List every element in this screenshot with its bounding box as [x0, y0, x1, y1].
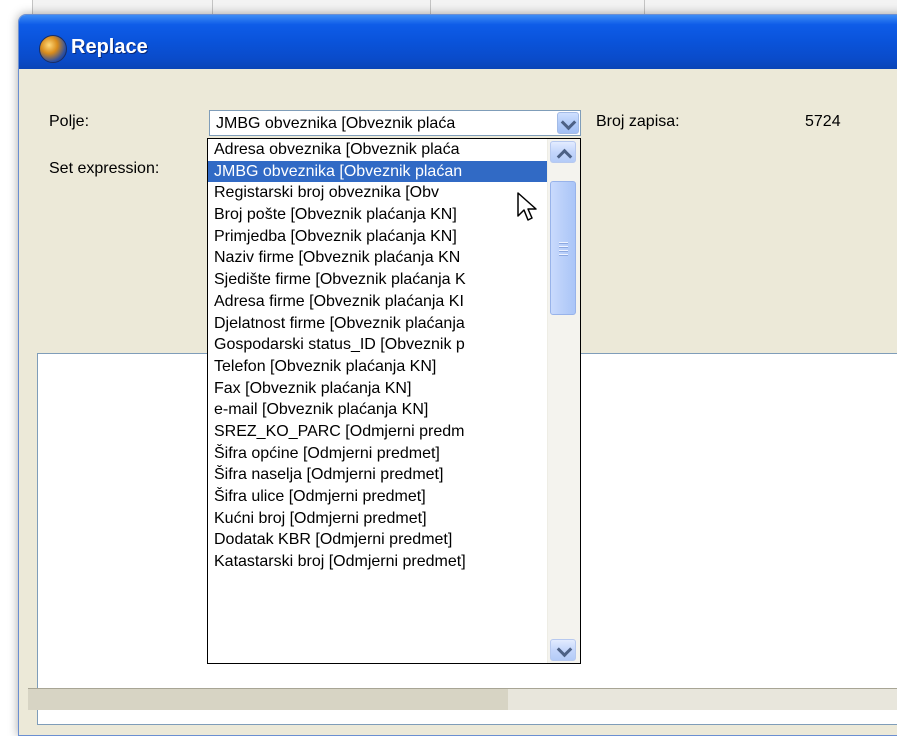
dropdown-item[interactable]: Djelatnost firme [Obveznik plaćanja	[208, 313, 548, 335]
dropdown-scrollbar[interactable]	[547, 139, 580, 663]
dropdown-item[interactable]: JMBG obveznika [Obveznik plaćan	[208, 160, 548, 183]
broj-zapisa-label: Broj zapisa:	[596, 113, 680, 130]
chevron-down-icon	[556, 641, 573, 658]
dropdown-item[interactable]: Šifra ulice [Odmjerni predmet]	[208, 486, 548, 508]
dropdown-item[interactable]: Kućni broj [Odmjerni predmet]	[208, 508, 548, 530]
dropdown-item[interactable]: Katastarski broj [Odmjerni predmet]	[208, 551, 548, 573]
polje-label: Polje:	[49, 113, 90, 130]
dropdown-item[interactable]: Adresa firme [Obveznik plaćanja KI	[208, 291, 548, 313]
chevron-up-icon	[556, 148, 573, 165]
chevron-down-icon	[560, 114, 577, 131]
polje-combobox-value: JMBG obveznika [Obveznik plaća	[216, 115, 456, 132]
dropdown-item[interactable]: Šifra općine [Odmjerni predmet]	[208, 443, 548, 465]
dropdown-items: Adresa obveznika [Obveznik plaća JMBG obv…	[208, 139, 548, 573]
dropdown-item[interactable]: Dodatak KBR [Odmjerni predmet]	[208, 529, 548, 551]
dropdown-item[interactable]: Adresa obveznika [Obveznik plaća	[208, 139, 548, 161]
scroll-up-button[interactable]	[550, 141, 576, 165]
dropdown-item[interactable]: Naziv firme [Obveznik plaćanja KN	[208, 247, 548, 269]
title-bar[interactable]: Replace	[19, 15, 897, 69]
dropdown-item[interactable]: Fax [Obveznik plaćanja KN]	[208, 378, 548, 400]
dropdown-item[interactable]: Šifra naselja [Odmjerni predmet]	[208, 464, 548, 486]
bottom-panel-left	[28, 688, 508, 710]
dropdown-item[interactable]: Primjedba [Obveznik plaćanja KN]	[208, 226, 548, 248]
scroll-thumb[interactable]	[550, 181, 576, 315]
dialog-title: Replace	[71, 36, 148, 58]
mouse-cursor-icon	[517, 192, 537, 221]
dropdown-item[interactable]: Sjedište firme [Obveznik plaćanja K	[208, 269, 548, 291]
globe-icon	[39, 35, 67, 63]
dropdown-item[interactable]: e-mail [Obveznik plaćanja KN]	[208, 399, 548, 421]
broj-zapisa-value: 5724	[805, 113, 841, 130]
set-expression-label: Set expression:	[49, 160, 160, 177]
dropdown-item[interactable]: Telefon [Obveznik plaćanja KN]	[208, 356, 548, 378]
scroll-down-button[interactable]	[550, 639, 576, 661]
bottom-panel-right	[508, 688, 897, 710]
polje-combobox[interactable]: JMBG obveznika [Obveznik plaća	[209, 110, 581, 136]
dropdown-item[interactable]: SREZ_KO_PARC [Odmjerni predm	[208, 421, 548, 443]
dropdown-item[interactable]: Gospodarski status_ID [Obveznik p	[208, 334, 548, 356]
polje-dropdown-button[interactable]	[557, 112, 579, 134]
dropdown-item[interactable]: Broj pošte [Obveznik plaćanja KN]	[208, 204, 548, 226]
dropdown-item[interactable]: Registarski broj obveznika [Obv	[208, 182, 548, 204]
